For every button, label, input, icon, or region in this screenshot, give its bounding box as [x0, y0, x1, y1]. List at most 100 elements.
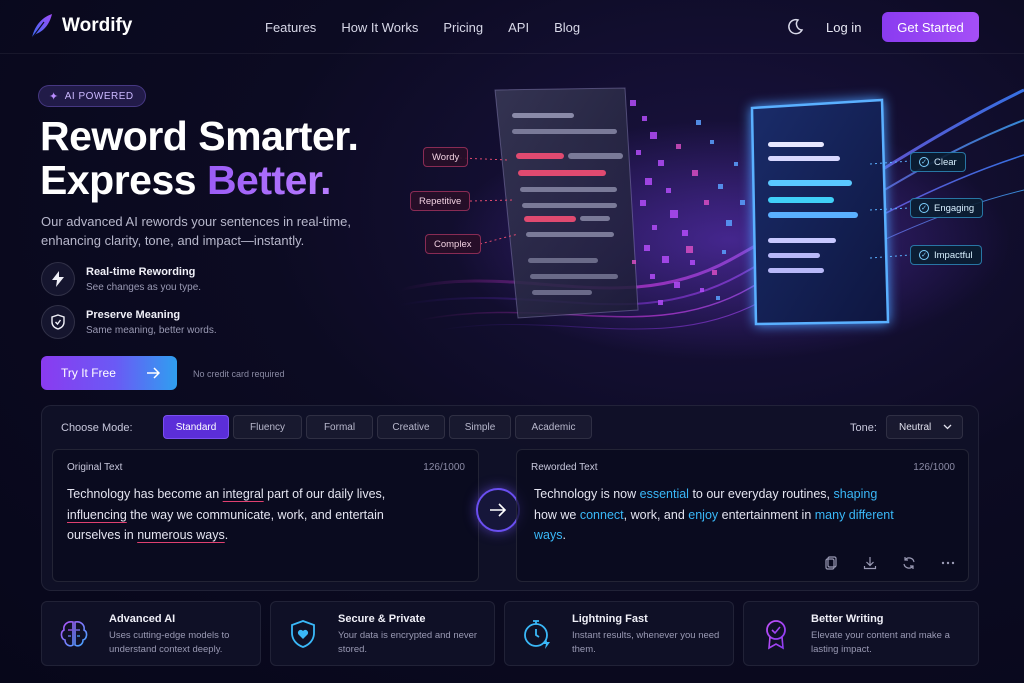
output-toolbar: [823, 555, 956, 571]
rewording-panel: Choose Mode: Standard Fluency Formal Cre…: [41, 405, 979, 591]
card-title: Advanced AI: [109, 613, 176, 625]
chevron-down-icon: [943, 424, 952, 430]
tag-engaging: ✓ Engaging: [910, 198, 984, 218]
badge-label: AI POWERED: [64, 90, 134, 102]
tag-complex: Complex: [425, 234, 481, 254]
improved-word: enjoy: [688, 507, 719, 522]
tag-repetitive: Repetitive: [410, 191, 471, 211]
tag-label: Complex: [434, 238, 472, 250]
feature-desc: See changes as you type.: [86, 281, 202, 293]
card-advanced-ai: Advanced AI Uses cutting-edge models to …: [41, 601, 261, 666]
improved-word: shaping: [833, 487, 878, 501]
try-it-free-button[interactable]: Try It Free: [41, 356, 177, 390]
mode-formal[interactable]: Formal: [306, 415, 373, 439]
refresh-icon[interactable]: [901, 555, 917, 571]
card-desc: Uses cutting-edge models to understand c…: [109, 630, 230, 655]
improved-word: essential: [639, 487, 689, 501]
text-segment: Technology has become an: [67, 487, 223, 501]
card-desc: Elevate your content and make a lasting …: [811, 630, 950, 655]
tag-wordy: Wordy: [423, 147, 469, 167]
moon-icon[interactable]: [786, 18, 804, 36]
text-segment: Technology is now: [534, 487, 640, 501]
mode-fluency[interactable]: Fluency: [233, 415, 302, 439]
text-segment: part of our daily lives,: [263, 487, 386, 501]
more-icon[interactable]: [940, 555, 956, 571]
brain-icon: [60, 621, 88, 647]
reworded-char-count: 126/1000: [913, 462, 955, 473]
feature-desc: Same meaning, better words.: [86, 324, 217, 336]
check-icon: ✓: [919, 250, 929, 260]
reworded-text-box: Reworded Text 126/1000 Technology is now…: [516, 449, 969, 582]
copy-icon[interactable]: [823, 555, 839, 571]
tag-impactful: ✓ Impactful: [910, 245, 982, 265]
shield-heart-icon: [291, 620, 315, 648]
logo[interactable]: Wordify: [28, 12, 132, 40]
feature-title: Preserve Meaning: [86, 308, 181, 321]
flagged-word: influencing: [67, 507, 127, 522]
get-started-button[interactable]: Get Started: [882, 12, 979, 42]
card-desc: Your data is encrypted and never stored.: [338, 630, 478, 655]
arrow-right-icon: [490, 503, 507, 517]
mode-simple[interactable]: Simple: [449, 415, 511, 439]
arrow-right-icon: [146, 367, 160, 379]
nav-link-api[interactable]: API: [508, 20, 529, 35]
hero-illustration: Wordy Repetitive Complex ✓ Clear ✓ Engagin…: [400, 60, 1024, 400]
tone-value: Neutral: [899, 421, 932, 433]
mode-label: Choose Mode:: [61, 422, 133, 434]
flagged-word: integral: [222, 487, 264, 501]
original-header: Original Text: [67, 462, 123, 473]
check-icon: ✓: [919, 203, 929, 213]
feather-icon: [31, 14, 52, 39]
lightning-icon: [41, 262, 75, 296]
tag-label: Engaging: [934, 202, 975, 214]
hero-title-accent: Better.: [206, 157, 332, 203]
reword-arrow-button[interactable]: [476, 488, 520, 532]
hero-title: Reword Smarter. Express Better.: [40, 113, 359, 203]
brand-name: Wordify: [62, 15, 133, 36]
feature-title: Real-time Rewording: [86, 265, 196, 278]
sparkle-icon: ✦: [49, 90, 59, 103]
mode-creative[interactable]: Creative: [377, 415, 445, 439]
original-char-count: 126/1000: [423, 462, 465, 473]
text-segment: .: [224, 528, 229, 542]
stopwatch-icon: [524, 620, 550, 649]
original-text-box[interactable]: Original Text 126/1000 Technology has be…: [52, 449, 479, 582]
text-segment: , work, and: [623, 507, 689, 522]
award-icon: [766, 620, 786, 650]
nav-link-features[interactable]: Features: [265, 20, 316, 35]
tone-label: Tone:: [850, 422, 877, 434]
card-lightning-fast: Lightning Fast Instant results, whenever…: [504, 601, 734, 666]
text-segment: .: [562, 528, 566, 542]
mode-selector: Standard Fluency Formal Creative Simple …: [163, 415, 592, 439]
tag-clear: ✓ Clear: [910, 152, 966, 172]
card-title: Secure & Private: [338, 613, 426, 625]
card-desc: Instant results, whenever you need them.: [572, 630, 720, 655]
ai-powered-badge: ✦ AI POWERED: [38, 85, 146, 107]
hero-title-line1: Reword Smarter.: [40, 113, 359, 159]
tone-select[interactable]: Neutral: [886, 415, 963, 439]
feature-realtime: Real-time Rewording See changes as you t…: [41, 262, 201, 296]
feature-preserve: Preserve Meaning Same meaning, better wo…: [41, 305, 217, 339]
text-segment: to our everyday routines,: [688, 487, 834, 501]
card-title: Better Writing: [811, 613, 884, 625]
shield-icon: [41, 305, 75, 339]
nav-link-pricing[interactable]: Pricing: [443, 20, 483, 35]
tag-label: Clear: [934, 156, 957, 168]
reworded-text: Technology is now essential to our every…: [534, 484, 894, 546]
tag-label: Impactful: [934, 249, 973, 261]
mode-academic[interactable]: Academic: [515, 415, 592, 439]
login-link[interactable]: Log in: [826, 20, 861, 35]
card-secure-private: Secure & Private Your data is encrypted …: [270, 601, 495, 666]
nav-link-blog[interactable]: Blog: [554, 20, 580, 35]
card-title: Lightning Fast: [572, 613, 648, 625]
mode-standard[interactable]: Standard: [163, 415, 229, 439]
hero-subtitle: Our advanced AI rewords your sentences i…: [41, 214, 351, 248]
reworded-header: Reworded Text: [531, 462, 598, 473]
check-icon: ✓: [919, 157, 929, 167]
download-icon[interactable]: [862, 555, 878, 571]
tag-label: Wordy: [432, 151, 460, 163]
nav-link-how-it-works[interactable]: How It Works: [341, 20, 418, 35]
card-better-writing: Better Writing Elevate your content and …: [743, 601, 979, 666]
original-text[interactable]: Technology has become an integral part o…: [67, 484, 407, 546]
tag-label: Repetitive: [419, 195, 462, 207]
